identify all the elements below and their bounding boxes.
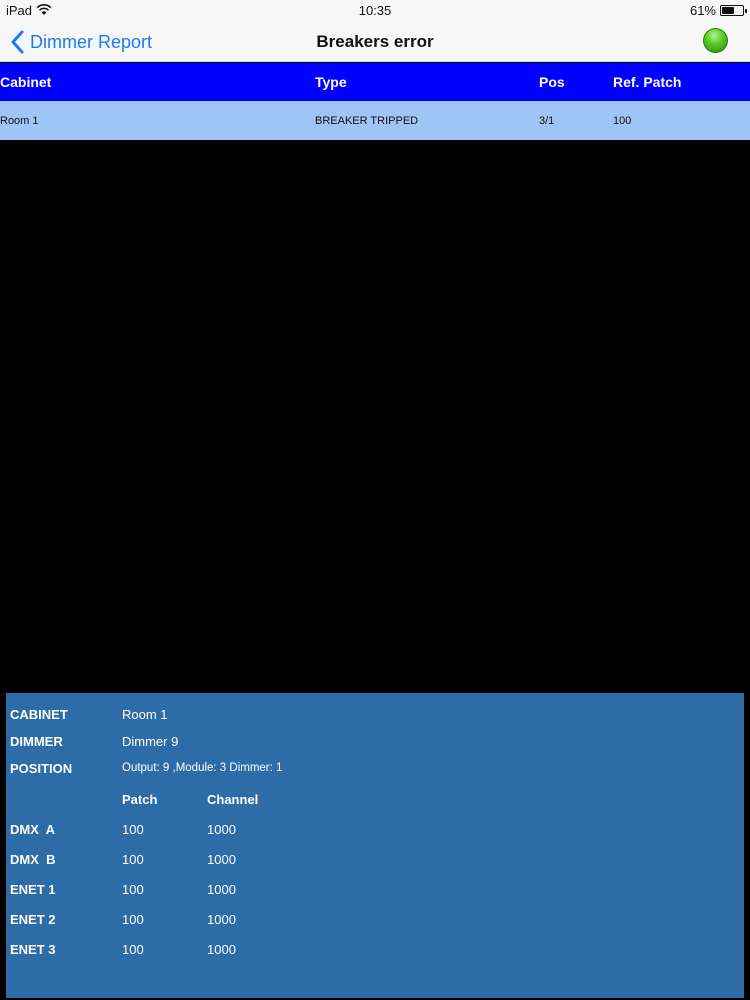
cell-cabinet: Room 1 — [0, 114, 39, 127]
cell-ref-patch: 100 — [613, 114, 632, 127]
column-header-type[interactable]: Type — [315, 63, 347, 101]
connection-status-indicator[interactable] — [703, 28, 728, 53]
output-patch: 100 — [122, 912, 144, 927]
output-name: DMX A — [10, 822, 56, 837]
output-patch: 100 — [122, 882, 144, 897]
output-channel: 1000 — [207, 852, 236, 867]
dimmer-label: DIMMER — [10, 734, 63, 749]
output-name: DMX B — [10, 852, 56, 867]
cell-pos: 3/1 — [539, 114, 555, 127]
position-label: POSITION — [10, 761, 73, 776]
page-title: Breakers error — [316, 32, 434, 51]
navigation-bar: iPad 10:35 61% Dimmer Report Breakers er… — [0, 0, 750, 62]
cabinet-value: Room 1 — [122, 707, 168, 722]
column-header-cabinet[interactable]: Cabinet — [0, 63, 51, 101]
detail-panel: CABINET Room 1 DIMMER Dimmer 9 POSITION … — [6, 693, 744, 998]
cabinet-label: CABINET — [10, 707, 68, 722]
output-name: ENET 3 — [10, 942, 56, 957]
battery-level — [722, 7, 734, 14]
position-value: Output: 9 ,Module: 3 Dimmer: 1 — [122, 762, 283, 774]
output-patch: 100 — [122, 822, 144, 837]
status-bar: iPad 10:35 61% — [0, 0, 750, 22]
clock: 10:35 — [358, 3, 392, 18]
table-row[interactable]: Room 1 BREAKER TRIPPED 3/1 100 — [0, 101, 750, 140]
output-name: ENET 1 — [10, 882, 56, 897]
output-channel: 1000 — [207, 912, 236, 927]
column-header-pos[interactable]: Pos — [539, 63, 565, 101]
output-patch: 100 — [122, 942, 144, 957]
dimmer-value: Dimmer 9 — [122, 734, 179, 749]
table-header: Cabinet Type Pos Ref. Patch — [0, 63, 750, 101]
battery-percentage: 61% — [689, 3, 716, 18]
cell-type: BREAKER TRIPPED — [315, 114, 419, 127]
patch-header: Patch — [122, 792, 158, 807]
battery-icon — [720, 5, 747, 16]
output-channel: 1000 — [207, 882, 236, 897]
output-patch: 100 — [122, 852, 144, 867]
output-channel: 1000 — [207, 822, 236, 837]
output-channel: 1000 — [207, 942, 236, 957]
column-header-ref-patch[interactable]: Ref. Patch — [613, 63, 681, 101]
channel-header: Channel — [207, 792, 259, 807]
output-name: ENET 2 — [10, 912, 56, 927]
